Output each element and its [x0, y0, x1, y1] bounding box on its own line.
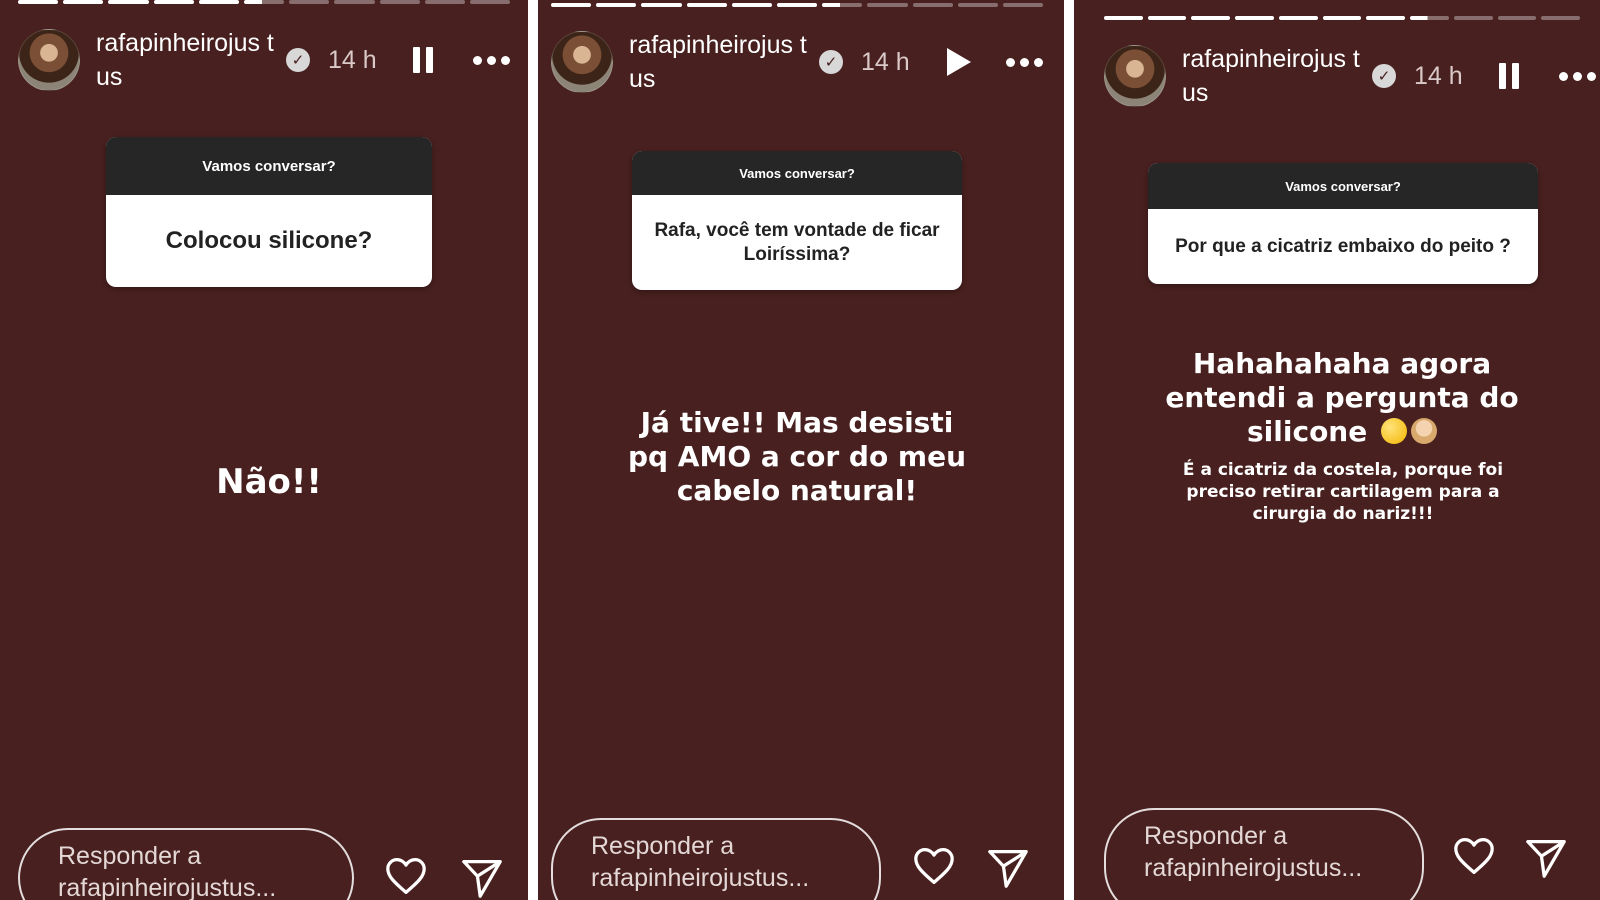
more-options-icon[interactable]	[1558, 71, 1596, 81]
verified-badge-icon: ✓	[819, 50, 843, 74]
question-text: Por que a cicatriz embaixo do peito ?	[1175, 235, 1511, 257]
pause-icon[interactable]	[409, 45, 437, 75]
question-header: Vamos conversar?	[1148, 163, 1538, 209]
pause-icon[interactable]	[1495, 61, 1523, 91]
question-sticker: Vamos conversar? Colocou silicone?	[106, 137, 432, 287]
story-header: rafapinheirojus tus ✓ 14 h	[18, 26, 510, 94]
story-header: rafapinheirojus tus ✓ 14 h	[1104, 42, 1596, 110]
username[interactable]: rafapinheirojus tus	[96, 26, 276, 94]
heart-icon[interactable]	[1452, 836, 1496, 876]
send-icon[interactable]	[986, 848, 1030, 888]
story-progress-bar	[1104, 16, 1581, 20]
heart-icon[interactable]	[384, 856, 428, 896]
answer-text: Já tive!! Mas desisti pq AMO a cor do me…	[627, 406, 967, 507]
facepalm-emoji-icon	[1410, 418, 1437, 444]
reply-input[interactable]: Responder a rafapinheirojustus...	[1104, 808, 1424, 900]
answer-text: Hahahahaha agora entendi a pergunta do s…	[1132, 347, 1552, 449]
story-panel-3: rafapinheirojus tus ✓ 14 h Vamos convers…	[1074, 0, 1600, 900]
question-text: Rafa, você tem vontade de ficar Loiríssi…	[654, 219, 940, 265]
story-header: rafapinheirojus tus ✓ 14 h	[551, 28, 1043, 96]
more-options-icon[interactable]	[1005, 57, 1043, 67]
question-sticker: Vamos conversar? Por que a cicatriz emba…	[1148, 163, 1538, 284]
avatar[interactable]	[1104, 45, 1166, 107]
question-text: Colocou silicone?	[165, 227, 373, 254]
story-panel-1: rafapinheirojus tus ✓ 14 h Vamos convers…	[0, 0, 528, 900]
story-progress-bar	[551, 3, 1044, 7]
post-time: 14 h	[328, 45, 377, 74]
answer-text-content: Hahahahaha agora entendi a pergunta do s…	[1165, 347, 1519, 448]
verified-badge-icon: ✓	[1372, 64, 1396, 88]
question-header: Vamos conversar?	[106, 137, 432, 195]
avatar[interactable]	[18, 29, 80, 91]
send-icon[interactable]	[1524, 838, 1568, 878]
rolling-laughing-emoji-icon	[1380, 418, 1407, 444]
send-icon[interactable]	[460, 858, 504, 898]
avatar[interactable]	[551, 31, 613, 93]
reply-input[interactable]: Responder a rafapinheirojustus...	[18, 828, 354, 900]
verified-badge-icon: ✓	[286, 48, 310, 72]
username[interactable]: rafapinheirojus tus	[629, 28, 809, 96]
username[interactable]: rafapinheirojus tus	[1182, 42, 1362, 110]
question-header: Vamos conversar?	[632, 151, 962, 195]
reply-input[interactable]: Responder a rafapinheirojustus...	[551, 818, 881, 900]
sub-answer-text: É a cicatriz da costela, porque foi prec…	[1182, 460, 1504, 524]
more-options-icon[interactable]	[472, 55, 510, 65]
heart-icon[interactable]	[912, 846, 956, 886]
play-icon[interactable]	[942, 47, 971, 77]
question-sticker: Vamos conversar? Rafa, você tem vontade …	[632, 151, 962, 290]
post-time: 14 h	[1414, 61, 1463, 90]
story-progress-bar	[18, 0, 511, 4]
post-time: 14 h	[861, 47, 910, 76]
story-panel-2: rafapinheirojus tus ✓ 14 h Vamos convers…	[538, 0, 1064, 900]
answer-text: Não!!	[216, 462, 322, 502]
